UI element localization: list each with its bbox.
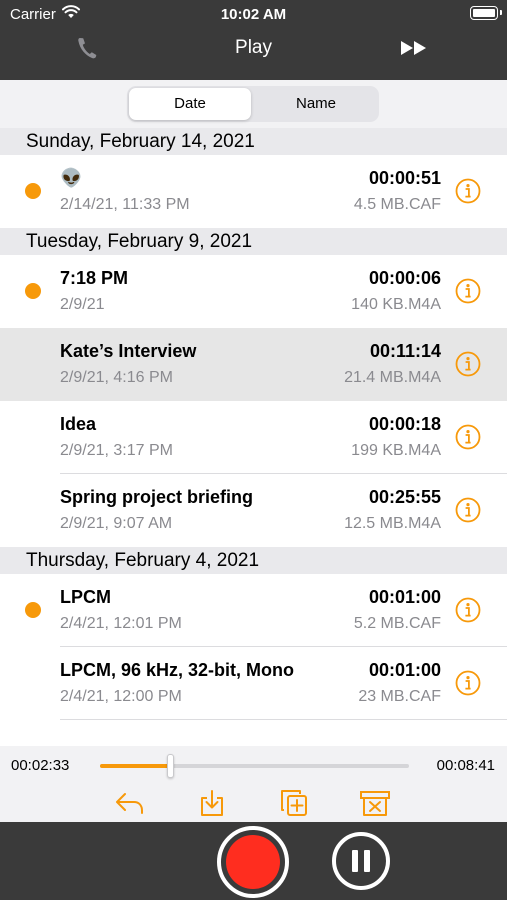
copy-add-icon[interactable] <box>278 788 310 818</box>
recording-row[interactable]: Spring project briefing 2/9/21, 9:07 AM … <box>0 474 507 547</box>
record-button[interactable] <box>217 826 289 898</box>
download-icon[interactable] <box>196 788 228 818</box>
info-icon[interactable] <box>455 424 481 450</box>
recording-size: 199 KB.M4A <box>351 442 441 459</box>
section-header: Tuesday, February 9, 2021 <box>0 228 507 255</box>
navigation-bar: Carrier 10:02 AM Play <box>0 0 507 80</box>
elapsed-time: 00:02:33 <box>11 757 70 774</box>
recording-date: 2/4/21, 12:00 PM <box>60 688 182 705</box>
delete-icon[interactable] <box>359 788 391 818</box>
recording-date: 2/9/21, 9:07 AM <box>60 515 173 532</box>
recording-size: 12.5 MB.M4A <box>344 515 441 532</box>
recording-size: 5.2 MB.CAF <box>353 615 441 632</box>
recordings-list[interactable]: Sunday, February 14, 2021 👽 2/14/21, 11:… <box>0 128 507 746</box>
recording-title: 👽 <box>60 168 83 188</box>
screen-title: Play <box>235 37 272 58</box>
playback-slider[interactable] <box>100 764 409 768</box>
recording-duration: 00:00:18 <box>368 414 441 434</box>
recording-date: 2/9/21 <box>60 296 105 313</box>
playback-slider-thumb[interactable] <box>166 754 174 778</box>
recording-title: 7:18 PM <box>60 268 129 288</box>
sort-by-date-button[interactable]: Date <box>129 88 251 120</box>
recording-title: Spring project briefing <box>60 487 254 507</box>
player-panel: 00:02:33 00:08:41 <box>0 746 507 822</box>
recording-date: 2/4/21, 12:01 PM <box>60 615 182 632</box>
section-header: Sunday, February 14, 2021 <box>0 128 507 155</box>
info-icon[interactable] <box>455 597 481 623</box>
recording-row[interactable]: 👽 2/14/21, 11:33 PM 00:00:51 4.5 MB.CAF <box>0 155 507 228</box>
new-indicator <box>25 183 41 199</box>
battery-icon <box>470 6 502 20</box>
pause-button[interactable] <box>332 832 390 890</box>
info-icon[interactable] <box>455 351 481 377</box>
recording-size: 140 KB.M4A <box>351 296 441 313</box>
info-icon[interactable] <box>455 178 481 204</box>
info-icon[interactable] <box>455 670 481 696</box>
recording-row-selected[interactable]: Kate’s Interview 2/9/21, 4:16 PM 00:11:1… <box>0 328 507 401</box>
row-separator <box>60 719 507 720</box>
recording-row[interactable]: LPCM 2/4/21, 12:01 PM 00:01:00 5.2 MB.CA… <box>0 574 507 647</box>
sort-bar: Date Name <box>0 80 507 128</box>
status-time: 10:02 AM <box>220 6 287 23</box>
reply-icon[interactable] <box>114 788 146 818</box>
new-indicator <box>25 283 41 299</box>
recording-row[interactable]: 7:18 PM 2/9/21 00:00:06 140 KB.M4A <box>0 255 507 328</box>
recording-duration: 00:25:55 <box>368 487 441 507</box>
info-icon[interactable] <box>455 497 481 523</box>
sort-segmented-control: Date Name <box>127 86 379 122</box>
sort-by-name-button[interactable]: Name <box>255 88 377 120</box>
status-bar: Carrier 10:02 AM <box>0 0 507 30</box>
recording-title: Idea <box>60 414 97 434</box>
recording-date: 2/14/21, 11:33 PM <box>60 196 190 213</box>
recording-title: LPCM <box>60 587 111 607</box>
total-time: 00:08:41 <box>436 757 495 774</box>
recording-row[interactable]: Idea 2/9/21, 3:17 PM 00:00:18 199 KB.M4A <box>0 401 507 474</box>
recording-row[interactable]: LPCM, 96 kHz, 32-bit, Mono 2/4/21, 12:00… <box>0 647 507 720</box>
recording-duration: 00:11:14 <box>369 341 441 361</box>
new-indicator <box>25 602 41 618</box>
recording-duration: 00:01:00 <box>368 587 441 607</box>
info-icon[interactable] <box>455 278 481 304</box>
recording-size: 23 MB.CAF <box>358 688 441 705</box>
record-controls-bar <box>0 822 507 900</box>
playback-progress <box>100 764 170 768</box>
recording-size: 21.4 MB.M4A <box>344 369 441 386</box>
recording-duration: 00:00:06 <box>368 268 441 288</box>
recording-duration: 00:00:51 <box>368 168 441 188</box>
recording-title: LPCM, 96 kHz, 32-bit, Mono <box>60 660 295 680</box>
recording-size: 4.5 MB.CAF <box>353 196 441 213</box>
recording-duration: 00:01:00 <box>368 660 441 680</box>
fast-forward-icon[interactable] <box>400 40 428 56</box>
recording-title: Kate’s Interview <box>60 341 197 361</box>
recording-date: 2/9/21, 4:16 PM <box>60 369 173 386</box>
section-header: Thursday, February 4, 2021 <box>0 547 507 574</box>
recording-date: 2/9/21, 3:17 PM <box>60 442 173 459</box>
